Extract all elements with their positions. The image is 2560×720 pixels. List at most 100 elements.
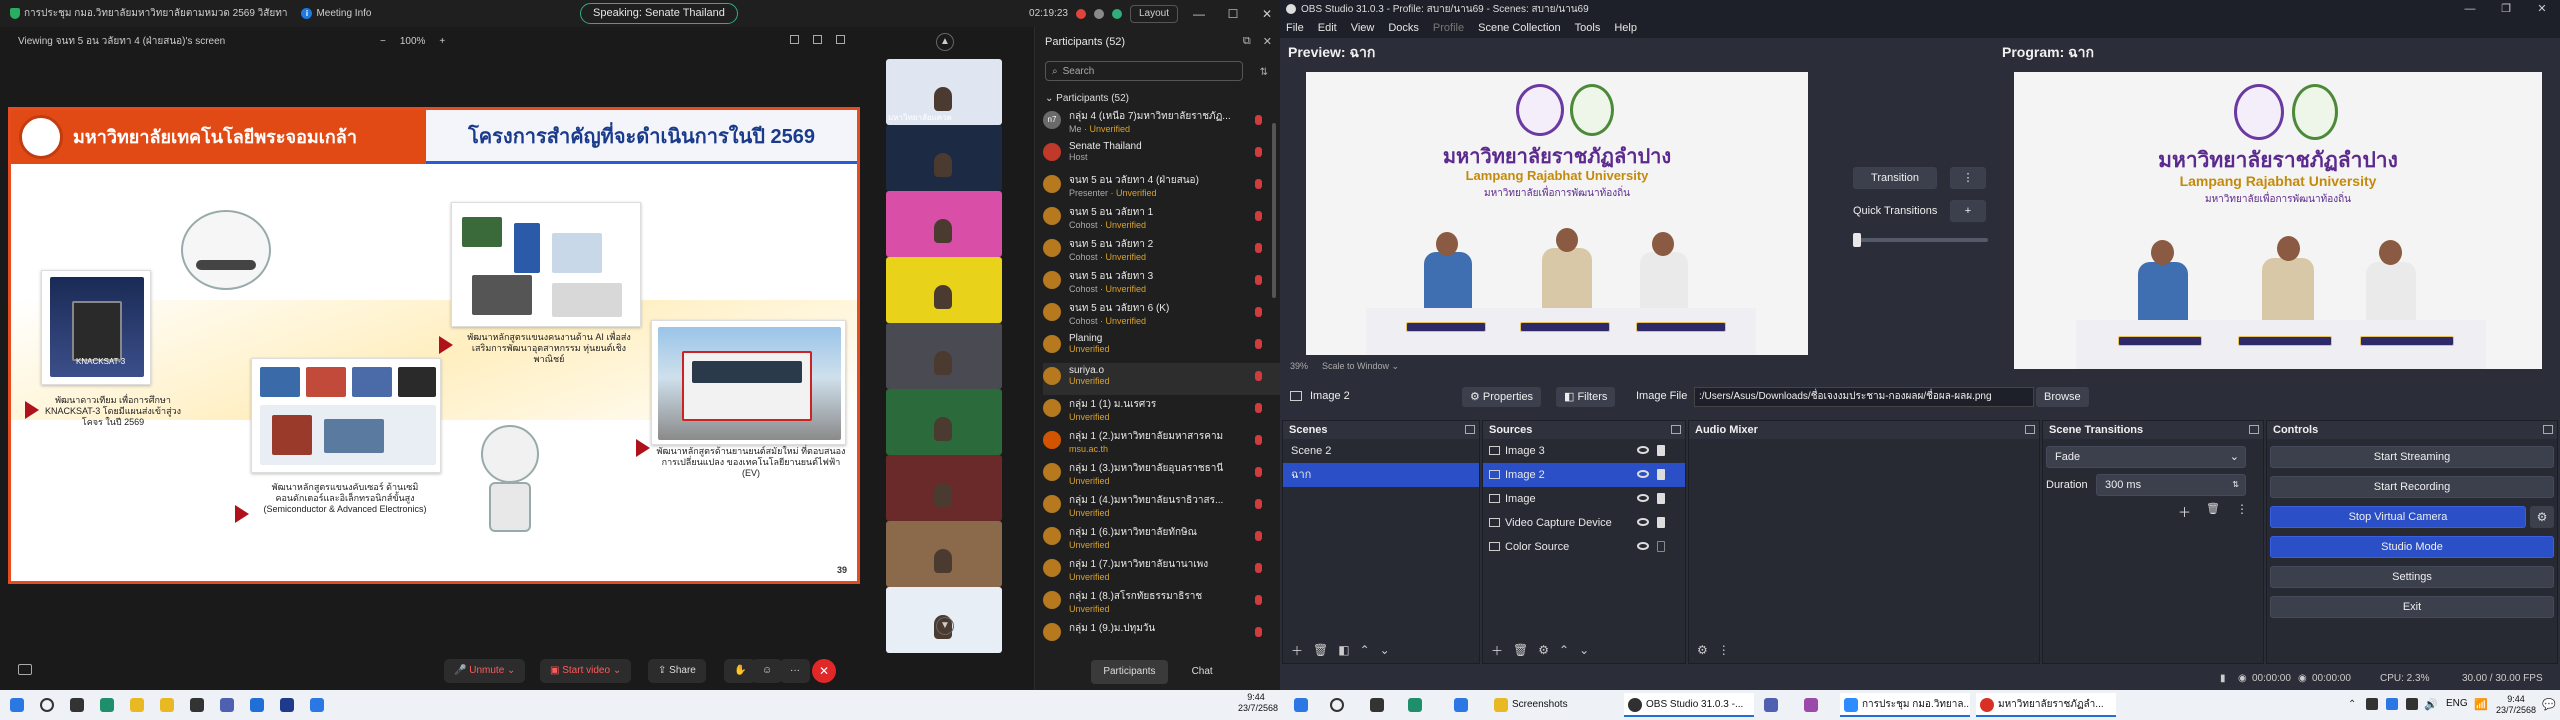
visibility-icon[interactable] xyxy=(1637,446,1649,454)
undock-icon[interactable] xyxy=(2249,425,2259,434)
zoom-out-button[interactable]: − xyxy=(380,36,386,47)
menu-view[interactable]: View xyxy=(1351,22,1375,34)
taskbar-item-app-2[interactable] xyxy=(1800,693,1824,717)
participants-scrollbar[interactable] xyxy=(1272,123,1276,298)
screen-icon[interactable] xyxy=(790,35,799,44)
maximize-icon[interactable]: ☐ xyxy=(1220,7,1246,21)
close-icon[interactable]: ✕ xyxy=(2524,0,2560,18)
visibility-icon[interactable] xyxy=(1637,494,1649,502)
audio-menu-icon[interactable]: ⋮ xyxy=(1718,643,1730,657)
search-icon[interactable] xyxy=(1330,698,1344,712)
visibility-icon[interactable] xyxy=(1637,542,1649,550)
lock-icon[interactable] xyxy=(1657,493,1665,504)
undock-icon[interactable] xyxy=(1671,425,1681,434)
menu-docks[interactable]: Docks xyxy=(1388,22,1419,34)
tab-chat[interactable]: Chat xyxy=(1180,660,1225,684)
video-thumbnail[interactable] xyxy=(886,257,1002,323)
source-properties-icon[interactable]: ⚙ xyxy=(1538,643,1549,657)
fit-icon[interactable] xyxy=(813,35,822,44)
zoom-in-button[interactable]: + xyxy=(439,36,445,47)
participant-row[interactable]: Senate Thailand Host xyxy=(1043,139,1280,171)
folder-icon[interactable] xyxy=(160,698,174,712)
move-up-icon[interactable]: ⌃ xyxy=(1360,643,1370,657)
taskbar-item-screenshots[interactable]: Screenshots xyxy=(1490,693,1600,717)
chrome-icon[interactable] xyxy=(310,698,324,712)
lock-icon[interactable] xyxy=(1657,541,1665,552)
thumbnails-up-button[interactable]: ▲ xyxy=(936,33,954,51)
image-file-path-field[interactable]: :/Users/Asus/Downloads/ชื่อเจงงมประชาม-ก… xyxy=(1694,387,2034,407)
video-thumbnail[interactable] xyxy=(886,125,1002,191)
participant-row[interactable]: กลุ่ม 1 (2.)มหาวิทยาลัยมหาสารคาม msu.ac.t… xyxy=(1043,427,1280,459)
system-clock[interactable]: 9:44 23/7/2568 xyxy=(2494,694,2538,716)
transition-menu-icon[interactable]: ⋮ xyxy=(2236,502,2248,516)
unmute-button[interactable]: 🎤 Unmute ⌄ xyxy=(444,659,526,683)
audio-settings-icon[interactable]: ⚙ xyxy=(1697,643,1708,657)
menu-tools[interactable]: Tools xyxy=(1575,22,1601,34)
share-button[interactable]: ⇪ Share xyxy=(648,659,706,683)
wifi-icon[interactable]: 📶 xyxy=(2474,698,2488,711)
participant-row[interactable]: กลุ่ม 1 (4.)มหาวิทยาลัยนราธิวาสร... Unver… xyxy=(1043,491,1280,523)
participants-search-input[interactable]: ⌕ Search xyxy=(1045,61,1243,81)
participant-row[interactable]: กลุ่ม 1 (1) ม.นเรศวร Unverified xyxy=(1043,395,1280,427)
video-thumbnail[interactable] xyxy=(886,455,1002,521)
start-icon[interactable] xyxy=(10,698,24,712)
filters-button[interactable]: ◧ Filters xyxy=(1556,387,1616,407)
minimize-icon[interactable]: — xyxy=(1186,7,1212,21)
tray-icon[interactable] xyxy=(2366,698,2378,710)
taskbar-item-app[interactable] xyxy=(1760,693,1784,717)
taskbar-item-obs[interactable]: OBS Studio 31.0.3 -... xyxy=(1624,693,1754,717)
scene-filters-icon[interactable]: ◧ xyxy=(1338,643,1349,657)
participant-row[interactable]: กลุ่ม 1 (6.)มหาวิทยาลัยทักษิณ Unverified xyxy=(1043,523,1280,555)
close-panel-icon[interactable]: ✕ xyxy=(1263,35,1272,48)
participant-row[interactable]: กลุ่ม 1 (8.)สโรกทัยธรรมาธิราช Unverified xyxy=(1043,587,1280,619)
close-icon[interactable]: ✕ xyxy=(1254,7,1280,21)
menu-scene-collection[interactable]: Scene Collection xyxy=(1478,22,1561,34)
add-quick-transition-button[interactable]: + xyxy=(1950,200,1986,222)
lock-icon[interactable] xyxy=(1657,517,1665,528)
exit-button[interactable]: Exit xyxy=(2270,596,2554,618)
lock-icon[interactable] xyxy=(1657,469,1665,480)
preview-canvas[interactable]: มหาวิทยาลัยราชภัฏลำปาง Lampang Rajabhat … xyxy=(1306,72,1808,355)
participant-row[interactable]: Planing Unverified xyxy=(1043,331,1280,363)
stop-virtual-camera-button[interactable]: Stop Virtual Camera xyxy=(2270,506,2526,528)
speaker-icon[interactable]: 🔊 xyxy=(2424,698,2438,711)
undock-icon[interactable] xyxy=(1465,425,1475,434)
tray-icon[interactable] xyxy=(2406,698,2418,710)
menu-file[interactable]: File xyxy=(1286,22,1304,34)
language-indicator[interactable]: ENG xyxy=(2446,698,2468,709)
video-thumbnail[interactable] xyxy=(886,389,1002,455)
undock-icon[interactable] xyxy=(2025,425,2035,434)
captions-icon[interactable] xyxy=(18,664,32,675)
transition-slider-handle[interactable] xyxy=(1853,233,1861,247)
participant-row[interactable]: จนท 5 อน วลัยทา 1 Cohost · Unverified xyxy=(1043,203,1280,235)
layout-button[interactable]: Layout xyxy=(1129,4,1178,23)
taskbar-item-zoom[interactable]: การประชุม กมอ.วิทยาล... xyxy=(1840,693,1970,717)
chrome-icon[interactable] xyxy=(1454,698,1468,712)
transition-select[interactable]: Fade ⌄ xyxy=(2046,446,2246,468)
video-thumbnail[interactable] xyxy=(886,191,1002,257)
source-item[interactable]: Video Capture Device xyxy=(1483,511,1685,535)
undock-icon[interactable] xyxy=(2543,425,2553,434)
scene-item[interactable]: Scene 2 xyxy=(1283,439,1479,463)
taskbar-item-browser[interactable]: มหาวิทยาลัยราชภัฏลำ... xyxy=(1976,693,2116,717)
meeting-info-button[interactable]: i Meeting Info xyxy=(301,8,371,19)
add-scene-icon[interactable]: ＋ xyxy=(1291,642,1303,659)
duration-spinbox[interactable]: 300 ms ⇅ xyxy=(2096,474,2246,496)
scale-to-window-select[interactable]: Scale to Window ⌄ xyxy=(1322,361,1399,372)
settings-button[interactable]: Settings xyxy=(2270,566,2554,588)
participant-row[interactable]: จนท 5 อน วลัยทา 6 (K) Cohost · Unverified xyxy=(1043,299,1280,331)
video-thumbnail[interactable] xyxy=(886,521,1002,587)
remove-scene-icon[interactable]: 🗑 xyxy=(1313,643,1328,657)
transition-menu-button[interactable]: ⋮ xyxy=(1950,167,1986,189)
participant-row[interactable]: จนท 5 อน วลัยทา 2 Cohost · Unverified xyxy=(1043,235,1280,267)
tray-icon[interactable] xyxy=(2386,698,2398,710)
fullscreen-icon[interactable] xyxy=(836,35,845,44)
participant-row[interactable]: กลุ่ม 1 (7.)มหาวิทยาลัยนานาเพง Unverified xyxy=(1043,555,1280,587)
source-item[interactable]: Image 3 xyxy=(1483,439,1685,463)
start-video-button[interactable]: ▣ Start video ⌄ xyxy=(540,659,632,683)
add-transition-icon[interactable]: ＋ xyxy=(2178,502,2191,521)
move-down-icon[interactable]: ⌄ xyxy=(1579,643,1589,657)
video-thumbnail[interactable] xyxy=(886,323,1002,389)
sort-icon[interactable]: ⇅ xyxy=(1260,67,1268,78)
transition-slider[interactable] xyxy=(1853,233,1988,247)
